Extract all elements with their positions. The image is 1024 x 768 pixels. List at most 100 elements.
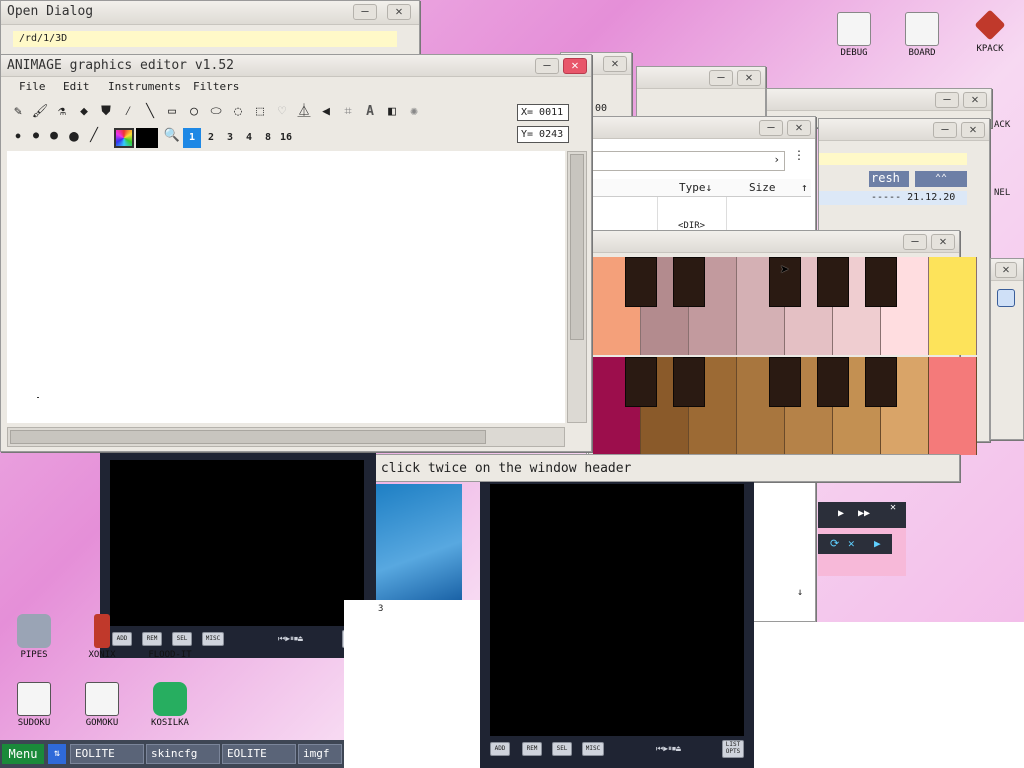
menu-file[interactable]: File (19, 80, 46, 93)
switch-icon[interactable]: ⇅ (48, 744, 66, 764)
go-arrow-icon[interactable]: › (773, 153, 780, 166)
minimize-button[interactable]: — (535, 58, 559, 74)
menu-filters[interactable]: Filters (193, 80, 239, 93)
close-button[interactable]: ✕ (387, 4, 411, 20)
desktop-icon-xonix[interactable]: XONIX (72, 614, 132, 660)
play-icon[interactable]: ▶ (874, 537, 881, 550)
desktop-icon-flood-it[interactable]: FLOOD-IT (140, 614, 200, 660)
desktop-icon-debug[interactable]: DEBUG (824, 12, 884, 58)
task-skincfg[interactable]: skincfg (146, 744, 220, 764)
piano-black-key[interactable] (817, 257, 849, 307)
lasso-icon[interactable]: ◌ (229, 103, 247, 121)
close-button[interactable]: ✕ (737, 70, 761, 86)
path-field[interactable] (819, 153, 967, 165)
scroll-thumb[interactable] (10, 430, 486, 444)
palette-icon[interactable] (114, 128, 134, 148)
menu-instruments[interactable]: Instruments (108, 80, 181, 93)
close-button[interactable]: ✕ (963, 92, 987, 108)
pipette-icon[interactable]: ⁄ (119, 103, 137, 121)
desktop-icon-sudoku[interactable]: SUDOKU (4, 682, 64, 728)
spray-icon[interactable]: ⚗ (53, 103, 71, 121)
selection-icon[interactable]: ⬚ (251, 103, 269, 121)
scroll-thumb[interactable] (570, 154, 584, 340)
brush-size-1-button[interactable]: 1 (183, 128, 201, 148)
desktop-icon-kosilka[interactable]: KOSILKA (140, 682, 200, 728)
piano-black-key[interactable] (865, 357, 897, 407)
desktop-icon-kpack[interactable]: KPACK (960, 8, 1020, 54)
close-button[interactable]: ✕ (787, 120, 811, 136)
piano-black-key[interactable] (769, 357, 801, 407)
animage-window[interactable]: ANIMAGE graphics editor v1.52 — ✕ File E… (0, 54, 592, 452)
text-icon[interactable]: A (361, 103, 379, 121)
minimize-button[interactable]: — (933, 122, 957, 138)
brush-size-4-button[interactable]: 4 (240, 128, 258, 148)
transport-controls[interactable]: ⏮▶⏸⏹⏏ (278, 634, 303, 644)
menu-button[interactable]: Menu (2, 744, 44, 764)
line-width-icon[interactable]: ╱ (85, 127, 103, 145)
free-selection-icon[interactable]: ♡ (273, 103, 291, 121)
piano-black-key[interactable] (625, 357, 657, 407)
task-eolite-1[interactable]: EOLITE (70, 744, 144, 764)
piano-black-key[interactable] (625, 257, 657, 307)
piano-black-key[interactable] (865, 257, 897, 307)
close-button[interactable]: ✕ (563, 58, 587, 74)
brush-size-3-button[interactable]: 3 (221, 128, 239, 148)
dot-size-3-icon[interactable]: ● (45, 127, 63, 145)
repeat-icon[interactable]: ⟳ (830, 537, 839, 550)
dot-size-2-icon[interactable]: ● (27, 127, 45, 145)
select-button[interactable]: SEL (552, 742, 572, 756)
rectangle-icon[interactable]: ▭ (163, 103, 181, 121)
current-color-swatch[interactable] (136, 128, 158, 148)
dot-size-4-icon[interactable]: ● (65, 127, 83, 145)
open-dialog-window[interactable]: Open Dialog — ✕ /rd/1/3D (0, 0, 420, 60)
ellipse-icon[interactable]: ⬭ (207, 103, 225, 121)
piano-key-bottom[interactable] (929, 357, 977, 455)
task-imgf[interactable]: imgf (298, 744, 342, 764)
more-options-icon[interactable]: ⋮ (793, 149, 805, 161)
minimize-button[interactable]: — (353, 4, 377, 20)
eraser-icon[interactable]: ◆ (75, 103, 93, 121)
type-column-header[interactable]: Type↓ (679, 181, 712, 194)
close-button[interactable]: ✕ (995, 262, 1017, 278)
line-icon[interactable]: ╲ (141, 103, 159, 121)
shuffle-icon[interactable]: ✕ (848, 537, 855, 550)
gradient-icon[interactable]: ◧ (383, 103, 401, 121)
brush-size-8-button[interactable]: 8 (259, 128, 277, 148)
desktop-icon-gomoku[interactable]: GOMOKU (72, 682, 132, 728)
add-button[interactable]: ADD (490, 742, 510, 756)
panel-icon[interactable] (997, 289, 1015, 307)
flip-icon[interactable]: ⏅ (295, 103, 313, 121)
list-options-button[interactable]: LIST OPTS (722, 740, 744, 758)
titlebar[interactable]: — ✕ (819, 119, 989, 141)
minimize-button[interactable]: — (903, 234, 927, 250)
brush-size-16-button[interactable]: 16 (277, 128, 295, 148)
vertical-scrollbar[interactable] (567, 151, 587, 423)
brush-icon[interactable]: 🖌 (31, 103, 49, 121)
misc-button[interactable]: MISC (202, 632, 224, 646)
minimize-button[interactable]: — (759, 120, 783, 136)
drawing-canvas[interactable] (7, 151, 565, 423)
address-bar[interactable]: › (591, 151, 785, 171)
titlebar[interactable]: — ✕ (767, 89, 991, 111)
desktop-icon-board[interactable]: BOARD (892, 12, 952, 58)
close-button[interactable]: ✕ (931, 234, 955, 250)
up-button[interactable]: ⌃⌃ (915, 171, 967, 187)
brush-size-2-button[interactable]: 2 (202, 128, 220, 148)
stretch-icon[interactable]: ◀ (317, 103, 335, 121)
scroll-up-icon[interactable]: ↑ (801, 181, 808, 194)
close-button[interactable]: ✕ (603, 56, 627, 72)
fast-forward-icon[interactable]: ▶▶ (858, 508, 870, 519)
close-button[interactable]: ✕ (961, 122, 985, 138)
dot-size-1-icon[interactable]: ● (9, 127, 27, 145)
close-icon[interactable]: ✕ (890, 502, 896, 513)
titlebar[interactable]: Open Dialog — ✕ (1, 1, 419, 25)
piano-window[interactable]: — ✕ (588, 230, 977, 482)
titlebar[interactable]: — ✕ (587, 117, 815, 139)
zoom-icon[interactable]: 🔍 (163, 127, 181, 145)
piano-key-top[interactable] (929, 257, 977, 355)
desktop-icon-pipes[interactable]: PIPES (4, 614, 64, 660)
date-row[interactable]: ----- 21.12.20 (819, 191, 967, 205)
play-icon[interactable]: ▶ (838, 508, 844, 519)
titlebar[interactable]: ANIMAGE graphics editor v1.52 — ✕ (1, 55, 591, 77)
path-input[interactable]: /rd/1/3D (13, 31, 397, 47)
